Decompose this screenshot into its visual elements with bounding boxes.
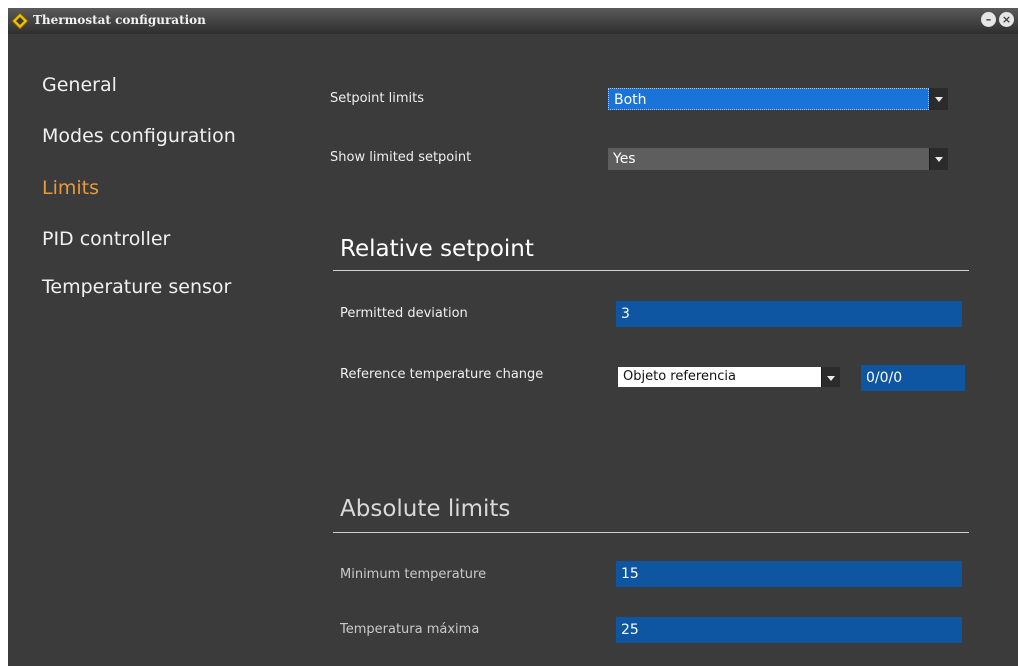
- chevron-down-icon[interactable]: [929, 88, 948, 110]
- maximum-temperature-input[interactable]: 25: [616, 617, 962, 643]
- setpoint-limits-label: Setpoint limits: [330, 91, 425, 106]
- window-title: Thermostat configuration: [33, 13, 206, 27]
- reference-temperature-change-label: Reference temperature change: [340, 367, 544, 382]
- title-bar[interactable]: Thermostat configuration – ×: [8, 8, 1018, 34]
- chevron-down-icon[interactable]: [929, 148, 948, 170]
- absolute-limits-divider: [333, 532, 969, 533]
- sidebar-item-limits[interactable]: Limits: [42, 177, 99, 199]
- thermostat-config-window: Thermostat configuration – × General Mod…: [8, 8, 1018, 666]
- minimum-temperature-label: Minimum temperature: [340, 567, 487, 582]
- absolute-limits-heading: Absolute limits: [340, 496, 511, 522]
- thermostat-app-icon: [11, 12, 29, 30]
- sidebar-item-temperature-sensor[interactable]: Temperature sensor: [42, 276, 231, 298]
- maximum-temperature-label: Temperatura máxima: [340, 622, 480, 637]
- chevron-down-icon[interactable]: [821, 367, 840, 387]
- permitted-deviation-label: Permitted deviation: [340, 306, 468, 321]
- relative-setpoint-divider: [333, 270, 969, 271]
- show-limited-setpoint-select[interactable]: Yes: [608, 148, 948, 170]
- sidebar-item-modes-configuration[interactable]: Modes configuration: [42, 125, 236, 147]
- show-limited-setpoint-value: Yes: [608, 148, 929, 170]
- reference-address-input[interactable]: 0/0/0: [861, 365, 965, 391]
- reference-object-select[interactable]: Objeto referencia: [618, 367, 840, 387]
- sidebar-item-pid-controller[interactable]: PID controller: [42, 228, 170, 250]
- close-button[interactable]: ×: [999, 12, 1014, 27]
- sidebar-item-general[interactable]: General: [42, 74, 117, 96]
- permitted-deviation-input[interactable]: 3: [616, 301, 962, 327]
- show-limited-setpoint-label: Show limited setpoint: [330, 150, 472, 165]
- minimize-button[interactable]: –: [981, 12, 996, 27]
- reference-object-value: Objeto referencia: [618, 367, 821, 387]
- setpoint-limits-select[interactable]: Both: [608, 88, 948, 110]
- minimum-temperature-input[interactable]: 15: [616, 561, 962, 587]
- relative-setpoint-heading: Relative setpoint: [340, 236, 534, 262]
- setpoint-limits-value: Both: [608, 88, 929, 110]
